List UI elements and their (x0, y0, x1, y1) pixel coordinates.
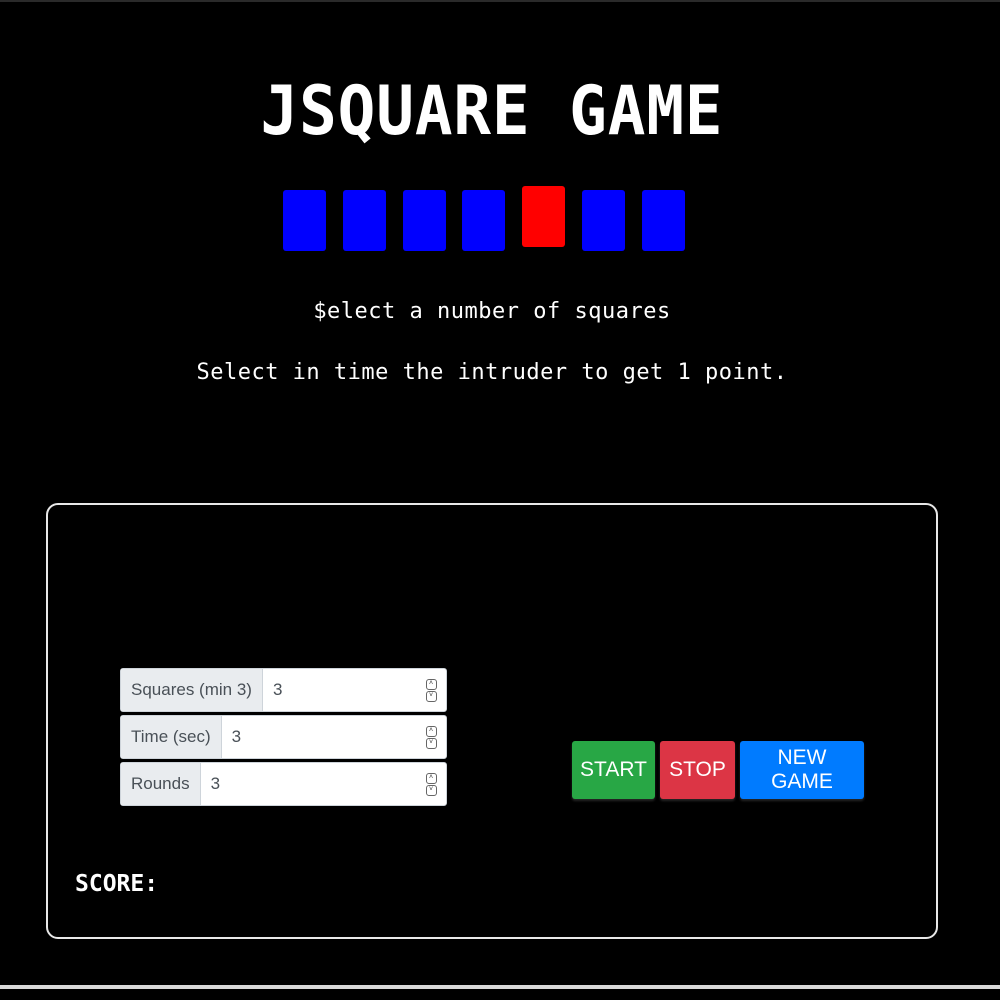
chevron-down-icon[interactable]: ˅ (425, 690, 437, 702)
squares-setting: Squares (min 3) ˄ ˅ (120, 668, 447, 712)
start-button[interactable]: START (572, 741, 655, 799)
square-2[interactable] (343, 190, 386, 251)
top-border (0, 0, 1000, 2)
bottom-bar (0, 983, 1000, 1000)
game-title: JSQUARE GAME (260, 72, 724, 151)
squares-setting-label: Squares (min 3) (121, 669, 263, 711)
square-4[interactable] (462, 190, 505, 251)
square-5-intruder[interactable] (522, 186, 565, 247)
rounds-input[interactable] (200, 763, 422, 805)
chevron-up-icon[interactable]: ˄ (425, 725, 437, 737)
square-7[interactable] (642, 190, 685, 251)
rounds-spinner[interactable]: ˄ ˅ (422, 763, 446, 805)
stop-button[interactable]: STOP (660, 741, 735, 799)
squares-spinner[interactable]: ˄ ˅ (422, 669, 446, 711)
chevron-down-icon[interactable]: ˅ (425, 737, 437, 749)
instruction-select-count: $elect a number of squares (313, 299, 671, 324)
score-label: SCORE: (75, 871, 159, 897)
rounds-setting-label: Rounds (121, 763, 201, 805)
square-3[interactable] (403, 190, 446, 251)
time-input[interactable] (221, 716, 422, 758)
rounds-setting: Rounds ˄ ˅ (120, 762, 447, 806)
chevron-down-icon[interactable]: ˅ (425, 784, 437, 796)
game-panel: Squares (min 3) ˄ ˅ Time (sec) ˄ ˅ Round… (46, 503, 938, 939)
chevron-up-icon[interactable]: ˄ (425, 772, 437, 784)
square-1[interactable] (283, 190, 326, 251)
time-spinner[interactable]: ˄ ˅ (422, 716, 446, 758)
new-game-button[interactable]: NEW GAME (740, 741, 864, 799)
squares-input[interactable] (262, 669, 422, 711)
instruction-rules: Select in time the intruder to get 1 poi… (196, 360, 788, 385)
chevron-up-icon[interactable]: ˄ (425, 678, 437, 690)
square-6[interactable] (582, 190, 625, 251)
time-setting: Time (sec) ˄ ˅ (120, 715, 447, 759)
bottom-divider (0, 985, 1000, 989)
time-setting-label: Time (sec) (121, 716, 222, 758)
